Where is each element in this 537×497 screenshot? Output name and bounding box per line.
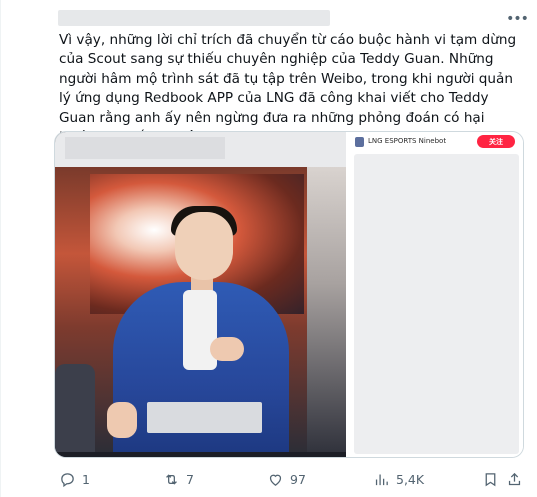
redacted-caption: [147, 402, 262, 433]
repost-icon: [162, 470, 180, 488]
tweet-media[interactable]: LNG ESPORTS Ninebot 关注: [54, 131, 524, 458]
account-name: LNG ESPORTS Ninebot: [368, 137, 447, 145]
bookmark-icon: [481, 470, 499, 488]
person-shirt: [183, 290, 217, 370]
media-image-right[interactable]: LNG ESPORTS Ninebot 关注: [349, 132, 523, 457]
reply-icon: [58, 470, 76, 488]
more-dots-icon: •••: [506, 11, 529, 27]
video-bottom-bar: [55, 452, 346, 457]
person-hand-left: [107, 402, 137, 438]
stage-side: [307, 167, 346, 457]
author-header-redacted: [58, 10, 330, 26]
views-count: 5,4K: [396, 471, 425, 487]
action-bar: 1 7 97 5,4K: [54, 468, 524, 490]
redacted-top-block: [65, 137, 225, 159]
media-image-left[interactable]: [55, 132, 346, 457]
seat: [55, 364, 95, 457]
follow-badge: 关注: [477, 135, 515, 148]
tweet[interactable]: ••• Vì vậy, những lời chỉ trích đã chuyể…: [0, 0, 537, 497]
tweet-text: Vì vậy, những lời chỉ trích đã chuyển từ…: [59, 32, 517, 145]
views-button[interactable]: 5,4K: [372, 468, 424, 490]
redacted-post-content: [354, 154, 519, 454]
bookmark-button[interactable]: [481, 468, 505, 490]
share-icon: [505, 470, 523, 488]
more-options-button[interactable]: •••: [506, 8, 529, 30]
reply-count: 1: [82, 471, 90, 487]
like-button[interactable]: 97: [266, 468, 306, 490]
views-chart-icon: [372, 470, 390, 488]
repost-count: 7: [186, 471, 194, 487]
heart-icon: [266, 470, 284, 488]
person-face: [175, 212, 233, 280]
like-count: 97: [290, 471, 306, 487]
lng-logo-icon: [355, 137, 364, 147]
share-button[interactable]: [505, 468, 529, 490]
person-hand-right: [210, 337, 244, 361]
repost-button[interactable]: 7: [162, 468, 194, 490]
reply-button[interactable]: 1: [58, 468, 90, 490]
